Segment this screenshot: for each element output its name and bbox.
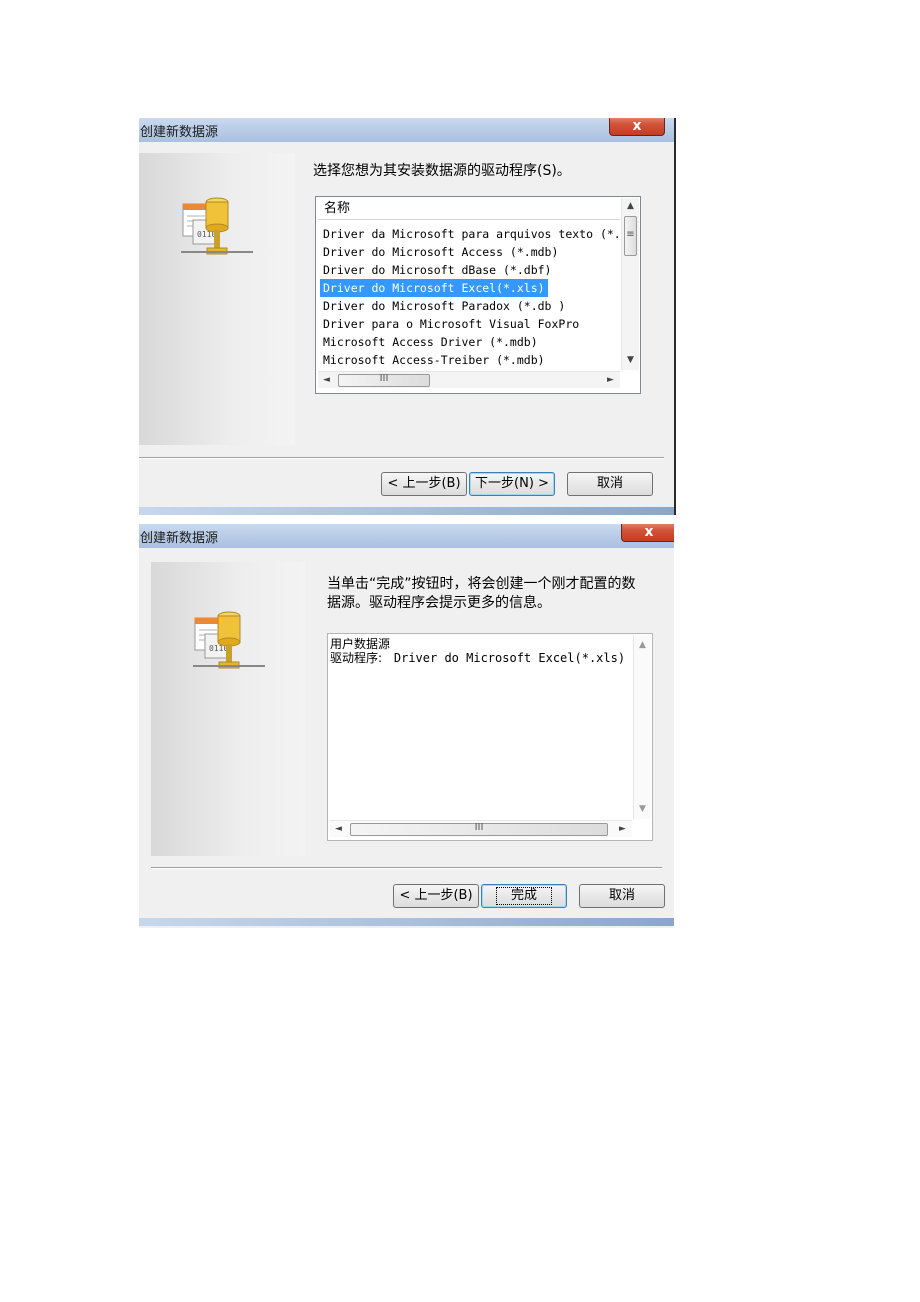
cancel-button[interactable]: 取消: [567, 472, 653, 496]
horizontal-scrollbar[interactable]: ◄ III ►: [330, 820, 632, 837]
close-icon: x: [644, 524, 654, 540]
next-button[interactable]: 下一步(N) >: [469, 472, 555, 496]
finish-prompt-line1: 当单击“完成”按钮时，将会创建一个刚才配置的数: [327, 576, 636, 592]
database-driver-icon: 0110: [191, 604, 271, 684]
scroll-right-icon[interactable]: ►: [614, 821, 631, 837]
database-driver-icon: 0110: [179, 190, 259, 270]
horizontal-scroll-thumb[interactable]: III: [350, 822, 608, 836]
vertical-scrollbar[interactable]: ▲ ▼: [633, 635, 651, 819]
grip-icon: ≡: [626, 229, 635, 240]
horizontal-scrollbar[interactable]: ◄ III ►: [318, 371, 620, 388]
separator: [151, 867, 662, 869]
column-header-name[interactable]: 名称: [318, 199, 620, 220]
driver-row-selected[interactable]: Driver do Microsoft Excel(*.xls): [320, 279, 548, 297]
scroll-right-icon[interactable]: ►: [602, 372, 619, 388]
summary-textbox[interactable]: 用户数据源 驱动程序: Driver do Microsoft Excel(*.…: [327, 633, 653, 841]
title-bar[interactable]: 创建新数据源 x: [139, 524, 674, 548]
summary-line-type: 用户数据源: [330, 637, 391, 651]
back-button[interactable]: < 上一步(B): [393, 884, 479, 908]
scroll-left-icon[interactable]: ◄: [318, 372, 335, 388]
dialog-title: 创建新数据源: [140, 125, 219, 140]
vertical-scroll-thumb[interactable]: ≡: [624, 216, 637, 256]
driver-row[interactable]: Driver para o Microsoft Visual FoxPro: [320, 315, 582, 333]
window-bottom-edge: [139, 918, 674, 926]
window-bottom-edge: [139, 507, 674, 515]
scroll-up-icon[interactable]: ▲: [622, 198, 639, 214]
dialog-title: 创建新数据源: [140, 531, 219, 546]
driver-row[interactable]: Microsoft Access-Treiber (*.mdb): [320, 351, 548, 369]
back-button[interactable]: < 上一步(B): [381, 472, 467, 496]
driver-prompt: 选择您想为其安装数据源的驱动程序(S)。: [313, 163, 571, 179]
summary-line-driver: 驱动程序: Driver do Microsoft Excel(*.xls): [330, 651, 625, 665]
driver-label: 驱动程序:: [330, 651, 383, 665]
scroll-down-icon[interactable]: ▼: [622, 352, 639, 368]
close-button[interactable]: x: [609, 118, 665, 136]
separator: [139, 457, 664, 459]
driver-row[interactable]: Driver da Microsoft para arquivos texto …: [320, 225, 624, 243]
horizontal-scroll-thumb[interactable]: III: [338, 373, 430, 387]
grip-icon: III: [379, 373, 389, 384]
scroll-left-icon[interactable]: ◄: [330, 821, 347, 837]
driver-value: Driver do Microsoft Excel(*.xls): [393, 651, 626, 665]
close-icon: x: [632, 118, 642, 134]
finish-prompt-line2: 据源。驱动程序会提示更多的信息。: [327, 595, 551, 611]
finish-button[interactable]: 完成: [481, 884, 567, 908]
driver-row[interactable]: Microsoft Access Driver (*.mdb): [320, 333, 541, 351]
grip-icon: III: [474, 822, 484, 833]
close-button[interactable]: x: [621, 524, 674, 542]
vertical-scrollbar[interactable]: ▲ ≡ ▼: [621, 198, 639, 370]
driver-row[interactable]: Driver do Microsoft dBase (*.dbf): [320, 261, 554, 279]
scroll-down-icon[interactable]: ▼: [634, 801, 651, 817]
title-bar[interactable]: 创建新数据源 x: [139, 118, 674, 142]
scroll-up-icon[interactable]: ▲: [634, 637, 651, 653]
cancel-button[interactable]: 取消: [579, 884, 665, 908]
finish-prompt: 当单击“完成”按钮时，将会创建一个刚才配置的数 据源。驱动程序会提示更多的信息。: [327, 575, 636, 613]
driver-row[interactable]: Driver do Microsoft Access (*.mdb): [320, 243, 561, 261]
driver-list[interactable]: 名称 Driver da Microsoft para arquivos tex…: [315, 196, 641, 394]
create-data-source-dialog-select-driver: 创建新数据源 x 0110 选择您想为其安装数据源的驱动程序(S)。 名称 Dr…: [139, 118, 676, 515]
create-data-source-dialog-finish: 创建新数据源 x 0110 当单击“完成”按钮时，将会创建一个刚才配置的数 据源…: [139, 524, 674, 928]
driver-row[interactable]: Driver do Microsoft Paradox (*.db ): [320, 297, 568, 315]
finish-button-label: 完成: [495, 887, 552, 905]
